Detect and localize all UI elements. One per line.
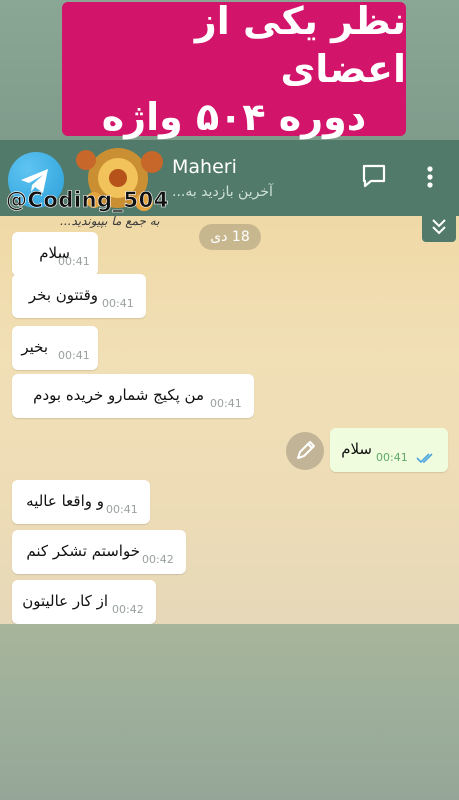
message-text: سلام <box>341 440 372 458</box>
message-bubble[interactable]: بخیر 00:41 <box>12 326 98 370</box>
more-vertical-icon[interactable] <box>420 164 440 190</box>
chevron-double-down-icon <box>432 219 446 235</box>
message-bubble[interactable]: سلام 00:41 <box>12 232 98 276</box>
date-separator: 18 دی <box>199 224 261 250</box>
message-bubble[interactable]: خواستم تشکر کنم 00:42 <box>12 530 186 574</box>
channel-handle: @Coding_504 <box>6 188 169 213</box>
edit-button[interactable] <box>286 432 324 470</box>
promo-banner: نظر یکی از اعضای دوره ۵۰۴ واژه <box>62 0 406 139</box>
banner-line-1: نظر یکی از اعضای <box>194 0 406 91</box>
contact-name[interactable]: Maheri <box>172 156 237 178</box>
message-text: و واقعا عالیه <box>26 492 104 510</box>
message-bubble[interactable]: من پکیج شمارو خریده بودم 00:41 <box>12 374 254 418</box>
message-time: 00:41 <box>58 255 90 268</box>
bottom-background <box>0 624 459 800</box>
pencil-icon <box>297 441 315 459</box>
double-check-icon <box>416 453 433 464</box>
outgoing-message-bubble[interactable]: سلام 00:41 <box>330 428 448 472</box>
message-text: خواستم تشکر کنم <box>26 542 140 560</box>
message-text: بخیر <box>21 338 48 356</box>
message-text: من پکیج شمارو خریده بودم <box>33 386 204 404</box>
chat-area[interactable]: 18 دی سلام 00:41 وقتتون بخر 00:41 بخیر 0… <box>0 216 459 624</box>
last-seen-status: آخرین بازدید به... <box>172 184 273 200</box>
message-time: 00:41 <box>58 349 90 362</box>
message-time: 00:42 <box>112 603 144 616</box>
message-text: وقتتون بخر <box>28 286 98 304</box>
message-time: 00:41 <box>210 397 242 410</box>
message-time: 00:41 <box>376 451 408 464</box>
message-time: 00:42 <box>142 553 174 566</box>
message-text: از کار عالیتون <box>22 592 108 610</box>
message-bubble[interactable]: و واقعا عالیه 00:41 <box>12 480 150 524</box>
banner-line-2: دوره ۵۰۴ واژه <box>101 95 367 139</box>
chat-bubble-icon[interactable] <box>360 162 388 190</box>
message-time: 00:41 <box>106 503 138 516</box>
channel-tagline: به جمع ما بپیوندید... <box>60 214 160 228</box>
message-bubble[interactable]: از کار عالیتون 00:42 <box>12 580 156 624</box>
message-time: 00:41 <box>102 297 134 310</box>
expand-button[interactable] <box>422 212 456 242</box>
message-bubble[interactable]: وقتتون بخر 00:41 <box>12 274 146 318</box>
